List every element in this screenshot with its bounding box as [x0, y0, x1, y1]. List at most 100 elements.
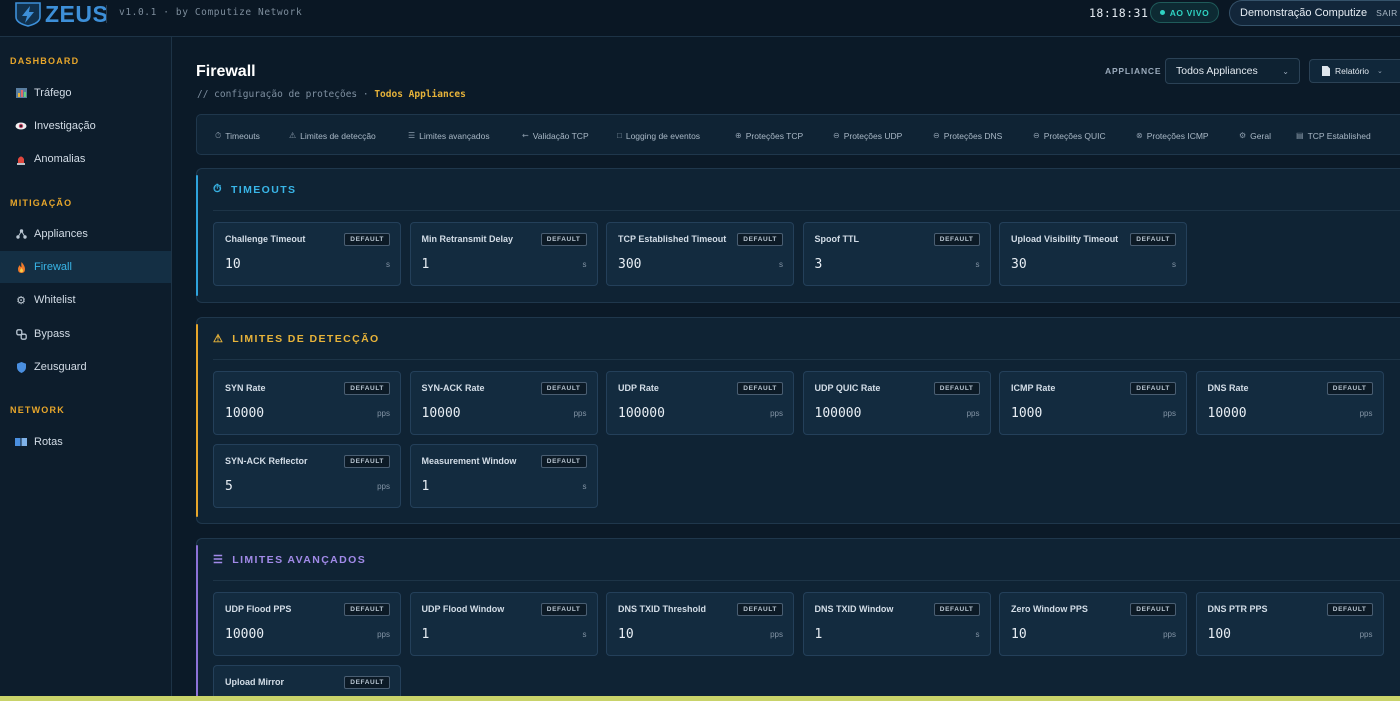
setting-field[interactable]: Min Retransmit Delay DEFAULT 1 s: [409, 222, 598, 286]
field-value-input[interactable]: 10: [618, 627, 634, 642]
field-unit: s: [975, 260, 980, 269]
version-label: v1.0.1 · by Computize Network: [119, 7, 303, 18]
tab-label: Proteções ICMP: [1146, 130, 1209, 141]
sidebar-item-label: Bypass: [34, 328, 71, 340]
globe-icon: ⊖: [1033, 131, 1040, 140]
tab-validacao-tcp[interactable]: ⇜ Validação TCP: [522, 115, 589, 156]
setting-field[interactable]: UDP Rate DEFAULT 100000 pps: [606, 371, 794, 435]
field-value-input[interactable]: 10: [225, 257, 241, 272]
default-badge: DEFAULT: [344, 382, 390, 395]
sidebar-item-appliances[interactable]: Appliances: [0, 218, 171, 250]
sidebar-section-network: NETWORK: [10, 405, 65, 415]
field-label: SYN-ACK Reflector: [225, 455, 308, 466]
field-value-input[interactable]: 10000: [225, 406, 264, 421]
section-title: TIMEOUTS: [230, 183, 297, 196]
report-button[interactable]: Relatório ⌄: [1309, 59, 1400, 83]
list-icon: ☰: [213, 554, 225, 566]
default-badge: DEFAULT: [1130, 233, 1176, 246]
sidebar-item-investigacao[interactable]: Investigação: [0, 110, 171, 142]
tab-limites-deteccao[interactable]: ⚠ Limites de detecção: [289, 115, 376, 156]
sidebar-item-whitelist[interactable]: ⚙ Whitelist: [0, 284, 171, 316]
setting-field[interactable]: SYN-ACK Reflector DEFAULT 5 pps: [213, 443, 401, 508]
tab-geral[interactable]: ⚙ Geral: [1239, 115, 1271, 156]
zeus-bolt-icon: [15, 2, 41, 27]
field-value-input[interactable]: 30: [1011, 257, 1027, 272]
setting-field[interactable]: UDP Flood PPS DEFAULT 10000 pps: [213, 592, 401, 656]
tab-protecoes-icmp[interactable]: ⊗ Proteções ICMP: [1136, 115, 1209, 156]
tab-protecoes-quic[interactable]: ⊖ Proteções QUIC: [1033, 115, 1106, 156]
logout-button[interactable]: SAIR: [1376, 8, 1397, 18]
sidebar-item-trafego[interactable]: Tráfego: [0, 77, 171, 109]
setting-field[interactable]: Spoof TTL DEFAULT 3 s: [802, 222, 991, 286]
eye-icon: [15, 120, 27, 132]
sidebar-item-rotas[interactable]: Rotas: [0, 426, 171, 458]
sidebar-item-label: Appliances: [34, 228, 88, 240]
tab-protecoes-udp[interactable]: ⊖ Proteções UDP: [833, 115, 902, 156]
sidebar-item-zeusguard[interactable]: Zeusguard: [0, 351, 171, 383]
setting-field[interactable]: Upload Visibility Timeout DEFAULT 30 s: [999, 222, 1187, 286]
field-unit: pps: [770, 409, 783, 418]
logo[interactable]: ZEUS: [13, 0, 108, 28]
sidebar-item-bypass[interactable]: Bypass: [0, 318, 171, 350]
field-value-input[interactable]: 3: [815, 257, 823, 272]
tab-limites-avancados[interactable]: ☰ Limites avançados: [408, 115, 490, 156]
field-value-input[interactable]: 100: [1208, 627, 1231, 642]
field-value-input[interactable]: 300: [618, 257, 641, 272]
tab-label: Limites de detecção: [300, 130, 376, 141]
field-unit: s: [582, 481, 587, 491]
field-unit: pps: [377, 481, 390, 491]
tab-protecoes-dns[interactable]: ⊖ Proteções DNS: [933, 115, 1002, 156]
field-label: DNS TXID Threshold: [618, 604, 707, 614]
timer-icon: ⏱: [215, 130, 222, 140]
tab-label: Timeouts: [225, 130, 260, 141]
setting-field[interactable]: DNS TXID Window DEFAULT 1 s: [802, 592, 991, 656]
field-unit: pps: [770, 630, 783, 639]
setting-field[interactable]: Measurement Window DEFAULT 1 s: [409, 443, 598, 508]
field-value-input[interactable]: 10000: [422, 406, 461, 421]
bottom-strip: [0, 696, 1400, 701]
field-value-input[interactable]: 1: [422, 257, 430, 272]
tab-logging-eventos[interactable]: □ Logging de eventos: [617, 115, 700, 156]
default-badge: DEFAULT: [540, 603, 587, 616]
chain-icon: [15, 328, 27, 340]
field-value-input[interactable]: 10: [1011, 627, 1027, 642]
user-menu[interactable]: Demonstração Computize SAIR: [1229, 0, 1400, 26]
sidebar-item-anomalias[interactable]: Anomalias: [0, 143, 171, 175]
setting-field[interactable]: UDP Flood Window DEFAULT 1 s: [409, 592, 598, 656]
setting-field[interactable]: ICMP Rate DEFAULT 1000 pps: [999, 371, 1187, 435]
setting-field[interactable]: DNS TXID Threshold DEFAULT 10 pps: [606, 592, 794, 656]
tab-label: Geral: [1250, 130, 1271, 141]
chart-icon: [15, 87, 27, 99]
sidebar-item-label: Anomalias: [34, 153, 86, 165]
sidebar-item-firewall[interactable]: Firewall: [0, 251, 171, 283]
field-value-input[interactable]: 100000: [815, 406, 862, 421]
setting-field[interactable]: DNS PTR PPS DEFAULT 100 pps: [1195, 592, 1384, 656]
field-value-input[interactable]: 10000: [1208, 406, 1247, 421]
default-badge: DEFAULT: [933, 382, 980, 395]
setting-field[interactable]: Challenge Timeout DEFAULT 10 s: [213, 222, 401, 286]
setting-field[interactable]: SYN Rate DEFAULT 10000 pps: [213, 371, 401, 435]
field-value-input[interactable]: 1: [422, 479, 430, 494]
live-indicator[interactable]: AO VIVO: [1150, 2, 1219, 23]
field-label: DNS TXID Window: [814, 604, 894, 614]
field-value-input[interactable]: 1: [815, 627, 823, 642]
field-value-input[interactable]: 10000: [225, 627, 264, 642]
field-value-input[interactable]: 1000: [1011, 406, 1042, 421]
setting-field[interactable]: Zero Window PPS DEFAULT 10 pps: [999, 592, 1187, 656]
setting-field[interactable]: TCP Established Timeout DEFAULT 300 s: [606, 222, 794, 286]
tab-label: Logging de eventos: [625, 130, 701, 141]
setting-field[interactable]: UDP QUIC Rate DEFAULT 100000 pps: [802, 371, 991, 435]
appliance-select[interactable]: Todos Appliances ⌄: [1165, 58, 1300, 84]
tab-timeouts[interactable]: ⏱ Timeouts: [215, 115, 260, 156]
field-label: Challenge Timeout: [225, 234, 306, 244]
field-unit: pps: [1359, 409, 1373, 418]
clock: 18:18:31: [1089, 6, 1149, 20]
tab-protecoes-tcp[interactable]: ⊕ Proteções TCP: [735, 115, 803, 156]
setting-field[interactable]: SYN-ACK Rate DEFAULT 10000 pps: [409, 371, 598, 435]
setting-field[interactable]: DNS Rate DEFAULT 10000 pps: [1195, 371, 1384, 435]
tab-tcp-established[interactable]: ▤ TCP Established: [1296, 115, 1371, 156]
field-value-input[interactable]: 100000: [618, 406, 665, 421]
field-value-input[interactable]: 1: [422, 627, 430, 642]
field-value-input[interactable]: 5: [225, 479, 233, 494]
firewall-tabs: ⏱ Timeouts ⚠ Limites de detecção ☰ Limites …: [196, 114, 1400, 155]
